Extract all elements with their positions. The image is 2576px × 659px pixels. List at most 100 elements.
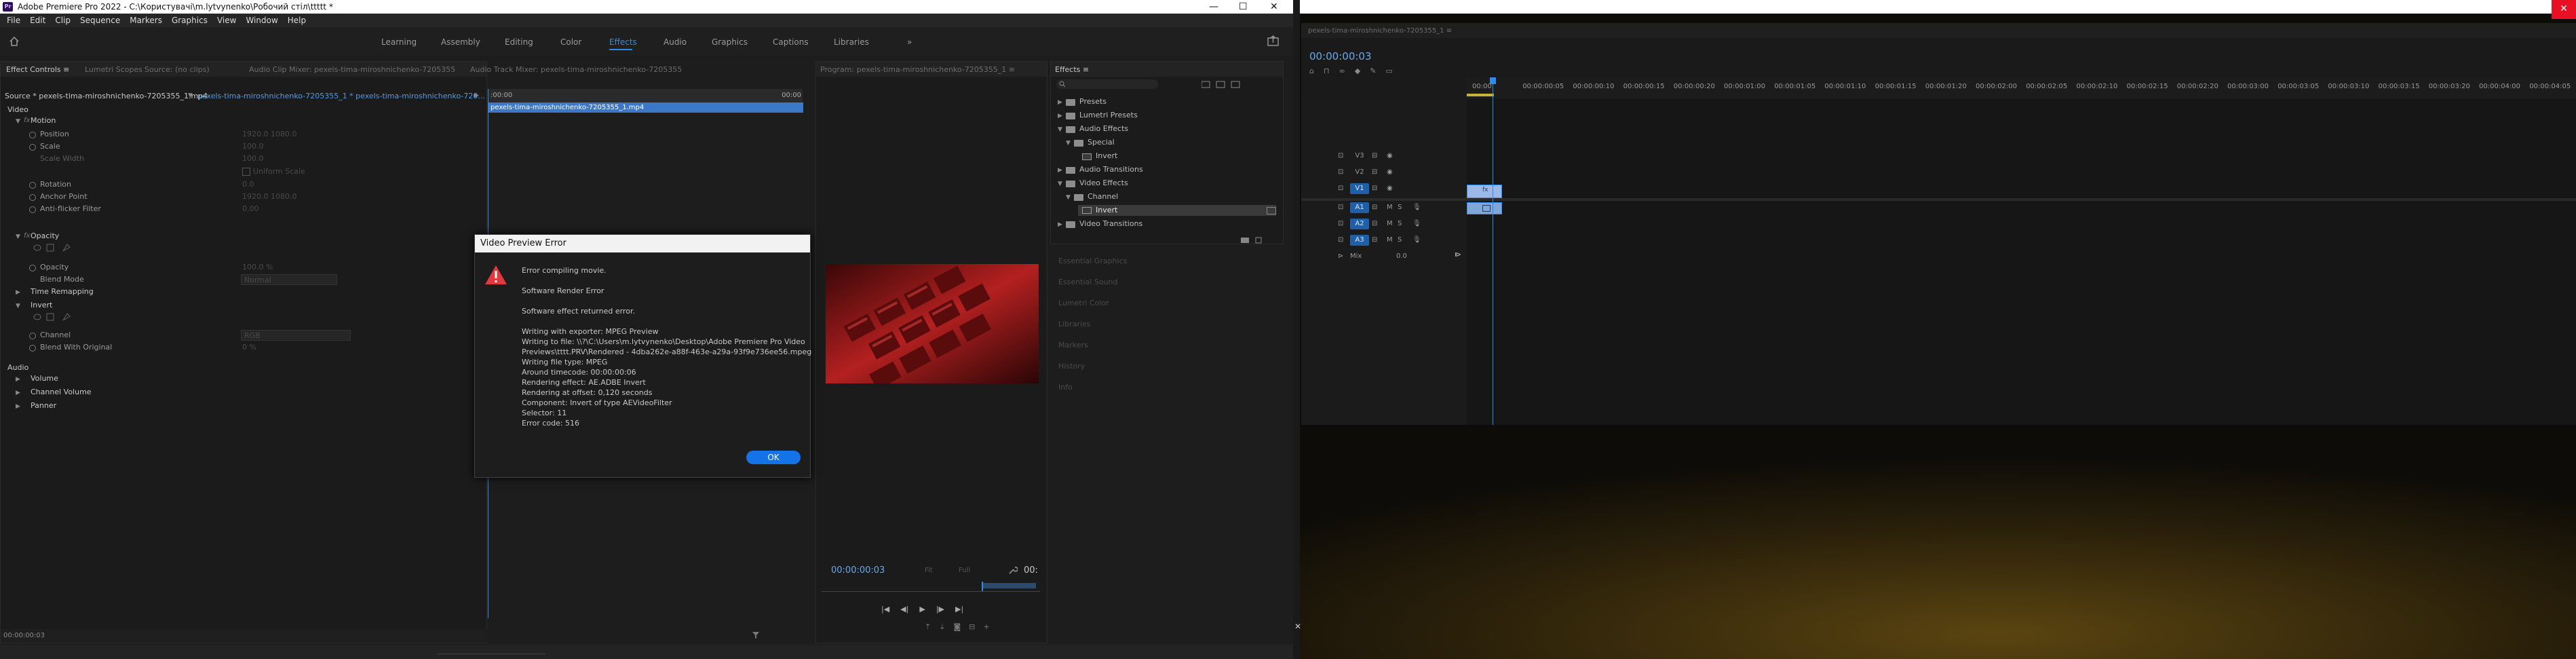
extract-icon[interactable]: ⇣	[939, 622, 945, 631]
tree-item-audio-effects[interactable]: Audio Effects	[1079, 124, 1128, 133]
chevron-down-icon[interactable]: ▼	[188, 92, 193, 99]
expand-time-remap-icon[interactable]: ▶	[16, 289, 20, 296]
wrench-icon[interactable]: ✎	[1370, 67, 1376, 75]
expand-video-transitions-icon[interactable]: ▶	[1058, 221, 1062, 228]
lock-icon[interactable]: ⊟	[1372, 168, 1377, 176]
menu-window[interactable]: Window	[246, 14, 277, 27]
tab-source[interactable]: Source: (no clips)	[145, 65, 210, 74]
audio-clip[interactable]	[1467, 202, 1502, 214]
work-area-bar[interactable]	[1467, 94, 1494, 96]
menu-file[interactable]: File	[7, 14, 20, 27]
essential-graphics-panel[interactable]: Essential Graphics	[1058, 257, 1282, 265]
tab-audio-clip-mixer[interactable]: Audio Clip Mixer: pexels-tima-miroshnich…	[249, 65, 455, 74]
captions-icon[interactable]: ▭	[1385, 67, 1392, 75]
ec-mini-clip[interactable]: pexels-tima-miroshnichenko-7205355_1.mp4	[488, 102, 803, 113]
menu-edit[interactable]: Edit	[30, 14, 45, 27]
mask-tools-icons[interactable]	[33, 244, 81, 252]
mix-end-icon[interactable]: ⧐	[1455, 251, 1461, 259]
opacity-effect-label[interactable]: Opacity	[31, 231, 59, 240]
ec-mini-ruler[interactable]: :00:00 00:00	[488, 89, 803, 102]
workspace-tab-audio[interactable]: Audio	[664, 37, 687, 47]
step-forward-icon[interactable]: |▶	[936, 605, 944, 614]
workspace-tab-editing[interactable]: Editing	[505, 37, 533, 47]
stopwatch-icon[interactable]	[29, 206, 36, 213]
wrench-icon[interactable]	[1008, 565, 1018, 575]
timeline-timecode[interactable]: 00:00:00:03	[1309, 50, 1372, 62]
stopwatch-icon[interactable]	[29, 345, 36, 352]
tree-item-channel[interactable]: Channel	[1088, 192, 1118, 201]
menu-graphics[interactable]: Graphics	[172, 14, 208, 27]
close-button[interactable]: ✕	[1270, 1, 1278, 12]
quality-select[interactable]: Full	[959, 567, 970, 574]
sequence-clip-label[interactable]: pexels-tima-miroshnichenko-7205355_1 * p…	[197, 92, 485, 100]
tab-lumetri-scopes[interactable]: Lumetri Scopes	[85, 65, 142, 74]
lock-icon[interactable]: ⊟	[1372, 236, 1377, 244]
stopwatch-icon[interactable]	[29, 265, 36, 271]
workspace-tab-effects[interactable]: Effects	[609, 37, 637, 47]
expand-opacity-icon[interactable]: ▼	[16, 233, 20, 240]
tree-item-special[interactable]: Special	[1088, 138, 1115, 147]
eye-icon[interactable]: ◉	[1387, 152, 1393, 159]
tab-sequence[interactable]: pexels-tima-miroshnichenko-7205355_1 ≡	[1308, 27, 1452, 35]
scale-value[interactable]: 100.0	[242, 142, 264, 151]
comparison-view-icon[interactable]: ⊟	[969, 622, 975, 631]
filter-icon[interactable]	[752, 632, 759, 639]
tree-item-video-invert[interactable]: Invert	[1096, 206, 1117, 214]
step-back-icon[interactable]: ◀|	[900, 605, 908, 614]
effects-footer-icons[interactable]	[1241, 237, 1268, 244]
menu-help[interactable]: Help	[288, 14, 306, 27]
expand-channel-volume-icon[interactable]: ▶	[16, 390, 20, 396]
mark-in-icon[interactable]: |◀	[881, 605, 889, 614]
menu-clip[interactable]: Clip	[55, 14, 71, 27]
volume-effect-label[interactable]: Volume	[31, 374, 58, 383]
menu-view[interactable]: View	[217, 14, 236, 27]
expand-audio-transitions-icon[interactable]: ▶	[1058, 167, 1062, 174]
stopwatch-icon[interactable]	[29, 132, 36, 138]
play-icon[interactable]: ▶	[919, 605, 925, 614]
video-preview-frame[interactable]	[826, 264, 1039, 383]
uniform-scale-checkbox[interactable]	[242, 168, 250, 176]
workspace-tab-color[interactable]: Color	[560, 37, 581, 47]
insert-icon[interactable]: ⊓	[1324, 67, 1330, 75]
workspace-tab-assembly[interactable]: Assembly	[441, 37, 480, 47]
microphone-icon[interactable]: 🎙	[1412, 204, 1421, 211]
ec-timecode[interactable]: 00:00:00:03	[3, 632, 45, 639]
anchor-point-value[interactable]: 1920.0 1080.0	[242, 192, 296, 201]
expand-invert-icon[interactable]: ▼	[16, 303, 20, 309]
expand-panner-icon[interactable]: ▶	[16, 403, 20, 410]
effect-filter-icons[interactable]	[1202, 81, 1242, 89]
motion-effect-label[interactable]: Motion	[31, 116, 56, 125]
program-scrub-bar[interactable]	[822, 582, 1040, 592]
track-a2-label[interactable]: A2	[1350, 219, 1369, 229]
program-timecode[interactable]: 00:00:00:03	[831, 565, 885, 576]
menu-sequence[interactable]: Sequence	[80, 14, 120, 27]
solo-button[interactable]: S	[1398, 220, 1402, 227]
libraries-panel[interactable]: Libraries	[1058, 320, 1282, 328]
track-a3-label[interactable]: A3	[1350, 235, 1369, 246]
toggle-track-output-icon[interactable]: ⊡	[1338, 152, 1343, 159]
lumetri-color-panel[interactable]: Lumetri Color	[1058, 299, 1282, 307]
essential-sound-panel[interactable]: Essential Sound	[1058, 278, 1282, 286]
eye-icon[interactable]: ◉	[1387, 185, 1393, 192]
arrow-right-icon[interactable]: ▶	[474, 92, 479, 99]
export-frame-icon[interactable]: ◙	[953, 622, 961, 631]
mask-tools-icons[interactable]	[33, 313, 81, 321]
invert-effect-label[interactable]: Invert	[31, 301, 52, 309]
rotation-value[interactable]: 0.0	[242, 180, 254, 189]
toggle-track-output-icon[interactable]: ⊡	[1338, 204, 1343, 211]
workspace-tab-captions[interactable]: Captions	[773, 37, 809, 47]
tree-item-presets[interactable]: Presets	[1079, 97, 1107, 106]
stopwatch-icon[interactable]	[29, 144, 36, 151]
fit-select[interactable]: Fit	[925, 567, 933, 574]
info-panel[interactable]: Info	[1058, 383, 1282, 392]
expand-lumetri-presets-icon[interactable]: ▶	[1058, 113, 1062, 119]
stopwatch-icon[interactable]	[29, 333, 36, 339]
stopwatch-icon[interactable]	[29, 182, 36, 189]
playhead-handle[interactable]	[1490, 77, 1496, 84]
collapse-video-effects-icon[interactable]: ▼	[1058, 181, 1062, 187]
track-area[interactable]	[1467, 99, 2576, 425]
mark-out-icon[interactable]: ▶|	[955, 605, 963, 614]
mute-button[interactable]: M	[1387, 236, 1393, 244]
marker-icon[interactable]: ◆	[1355, 67, 1360, 75]
channel-select[interactable]: RGB	[241, 330, 351, 341]
